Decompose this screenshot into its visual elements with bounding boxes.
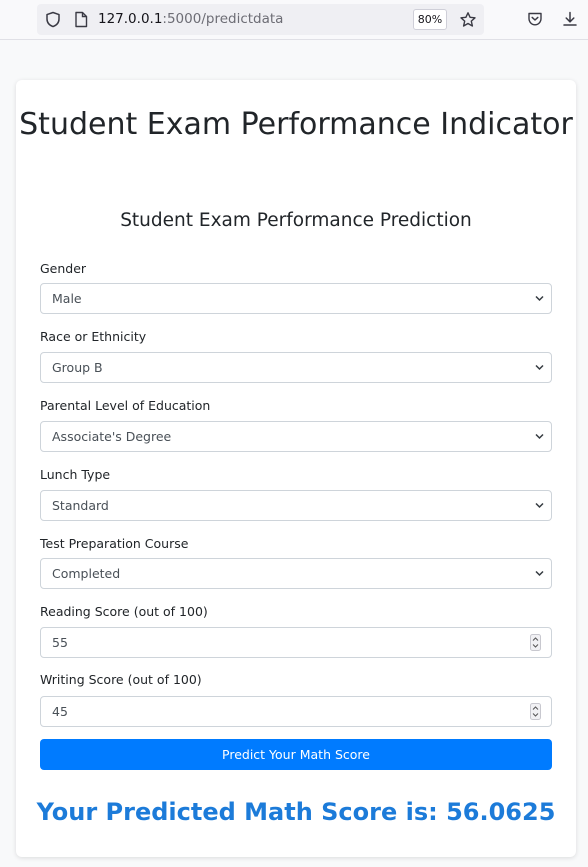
chevron-down-icon bbox=[535, 433, 544, 440]
gender-select[interactable]: Male bbox=[40, 283, 552, 314]
reading-score-value: 55 bbox=[52, 635, 68, 650]
ethnicity-select-value: Group B bbox=[52, 360, 103, 375]
chevron-down-icon bbox=[535, 295, 544, 302]
ethnicity-select[interactable]: Group B bbox=[40, 352, 552, 383]
test-prep-select-value: Completed bbox=[52, 566, 121, 581]
page-title: Student Exam Performance Indicator bbox=[19, 107, 573, 142]
predicted-score-result: Your Predicted Math Score is: 56.0625 bbox=[36, 798, 556, 826]
writing-score-value: 45 bbox=[52, 704, 68, 719]
ethnicity-label: Race or Ethnicity bbox=[40, 329, 147, 344]
url-path: :5000/predictdata bbox=[162, 11, 284, 27]
parental-education-label: Parental Level of Education bbox=[40, 398, 211, 413]
chevron-down-icon bbox=[535, 502, 544, 509]
writing-score-label: Writing Score (out of 100) bbox=[40, 672, 202, 687]
parental-education-select-value: Associate's Degree bbox=[52, 429, 172, 444]
gender-label: Gender bbox=[40, 261, 87, 276]
shield-icon[interactable] bbox=[44, 10, 62, 28]
pocket-icon[interactable] bbox=[526, 10, 544, 28]
test-prep-select[interactable]: Completed bbox=[40, 558, 552, 589]
writing-score-input[interactable]: 45 bbox=[40, 696, 552, 727]
browser-toolbar: 127.0.0.1:5000/predictdata 80% bbox=[0, 0, 588, 40]
number-spinner-icon[interactable] bbox=[530, 703, 541, 720]
page-icon[interactable] bbox=[72, 10, 90, 28]
chevron-down-icon bbox=[535, 570, 544, 577]
reading-score-label: Reading Score (out of 100) bbox=[40, 604, 208, 619]
chevron-down-icon bbox=[535, 364, 544, 371]
gender-select-value: Male bbox=[52, 291, 82, 306]
lunch-select[interactable]: Standard bbox=[40, 490, 552, 521]
url-text[interactable]: 127.0.0.1:5000/predictdata bbox=[98, 11, 283, 27]
test-prep-label: Test Preparation Course bbox=[40, 536, 189, 551]
bookmark-star-icon[interactable] bbox=[458, 10, 478, 30]
page-subtitle: Student Exam Performance Prediction bbox=[120, 210, 472, 231]
lunch-label: Lunch Type bbox=[40, 467, 111, 482]
zoom-level-badge[interactable]: 80% bbox=[413, 9, 447, 30]
reading-score-input[interactable]: 55 bbox=[40, 627, 552, 658]
predict-button[interactable]: Predict Your Math Score bbox=[40, 739, 552, 770]
url-host: 127.0.0.1 bbox=[98, 11, 163, 27]
lunch-select-value: Standard bbox=[52, 498, 109, 513]
number-spinner-icon[interactable] bbox=[530, 634, 541, 651]
download-icon[interactable] bbox=[561, 10, 579, 28]
parental-education-select[interactable]: Associate's Degree bbox=[40, 421, 552, 452]
prediction-card: Student Exam Performance Indicator Stude… bbox=[16, 80, 576, 857]
